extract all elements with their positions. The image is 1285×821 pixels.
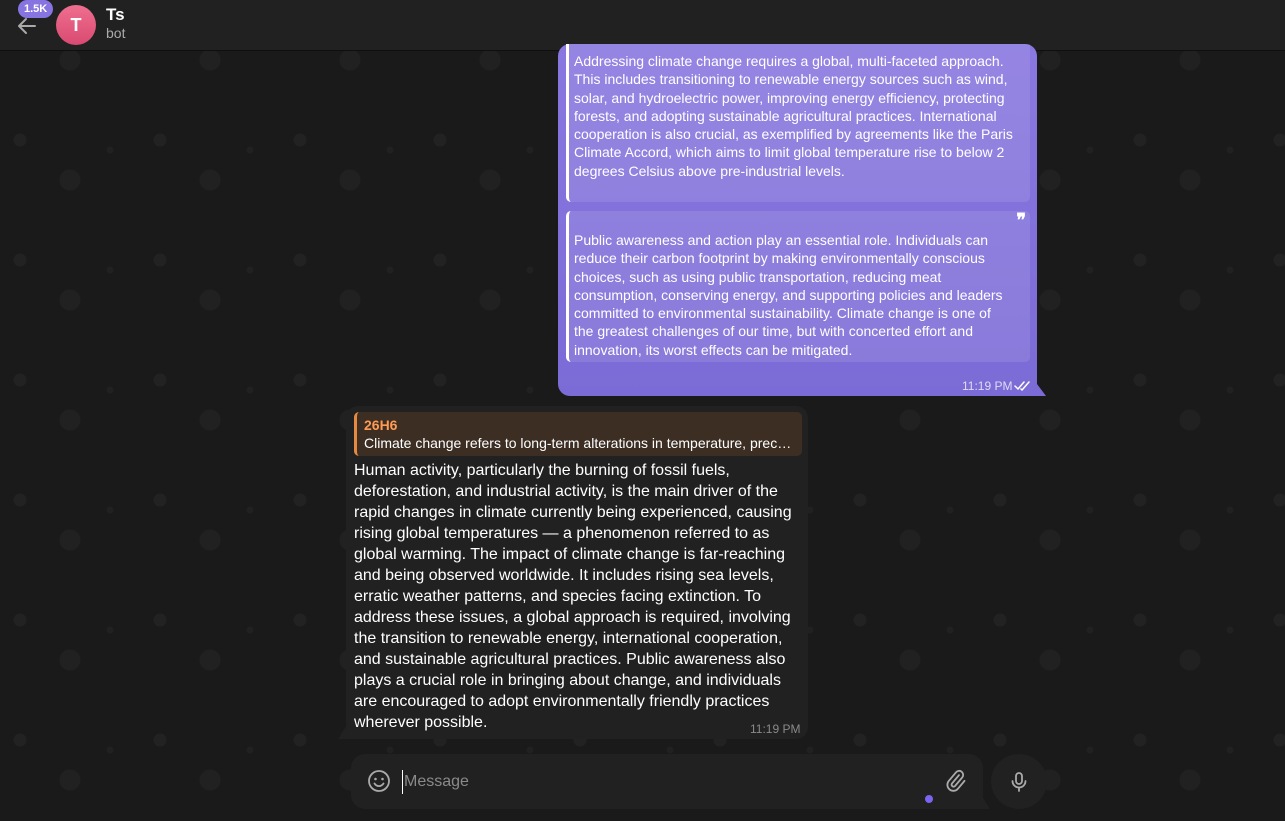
status-dot [925,795,933,803]
chat-subtitle: bot [106,25,126,41]
message-meta: 11:19 PM [962,379,1032,393]
voice-record-button[interactable] [991,754,1047,809]
reply-preview[interactable]: 26H6 Climate change refers to long-term … [354,412,802,456]
chat-title: Ts [106,5,125,24]
microphone-icon [1011,771,1027,792]
paperclip-icon [946,769,966,792]
smile-icon [368,770,390,792]
message-input[interactable] [402,770,922,794]
composer-tail [980,793,990,809]
outgoing-bubble-tail [1034,380,1046,396]
blockquote-text: Public awareness and action play an esse… [574,232,1003,358]
quote-icon: ❞ [1016,210,1026,231]
message-time: 11:19 PM [962,379,1013,393]
avatar[interactable]: T [56,5,96,45]
emoji-button[interactable] [366,768,392,794]
attach-button[interactable] [942,768,968,794]
reply-sender: 26H6 [364,417,398,433]
blockquote: ❞ Public awareness and action play an es… [566,211,1030,362]
incoming-bubble-tail [338,723,348,739]
blockquote-text: Addressing climate change requires a glo… [574,53,1013,179]
message-time: 11:19 PM [750,722,801,736]
double-check-icon [1014,381,1031,391]
chat-info[interactable]: Ts bot [106,5,125,41]
unread-badge: 1.5K [18,0,54,18]
blockquote: Addressing climate change requires a glo… [566,44,1030,202]
message-text: Human activity, particularly the burning… [354,462,792,731]
reply-text: Climate change refers to long-term alter… [364,435,794,451]
